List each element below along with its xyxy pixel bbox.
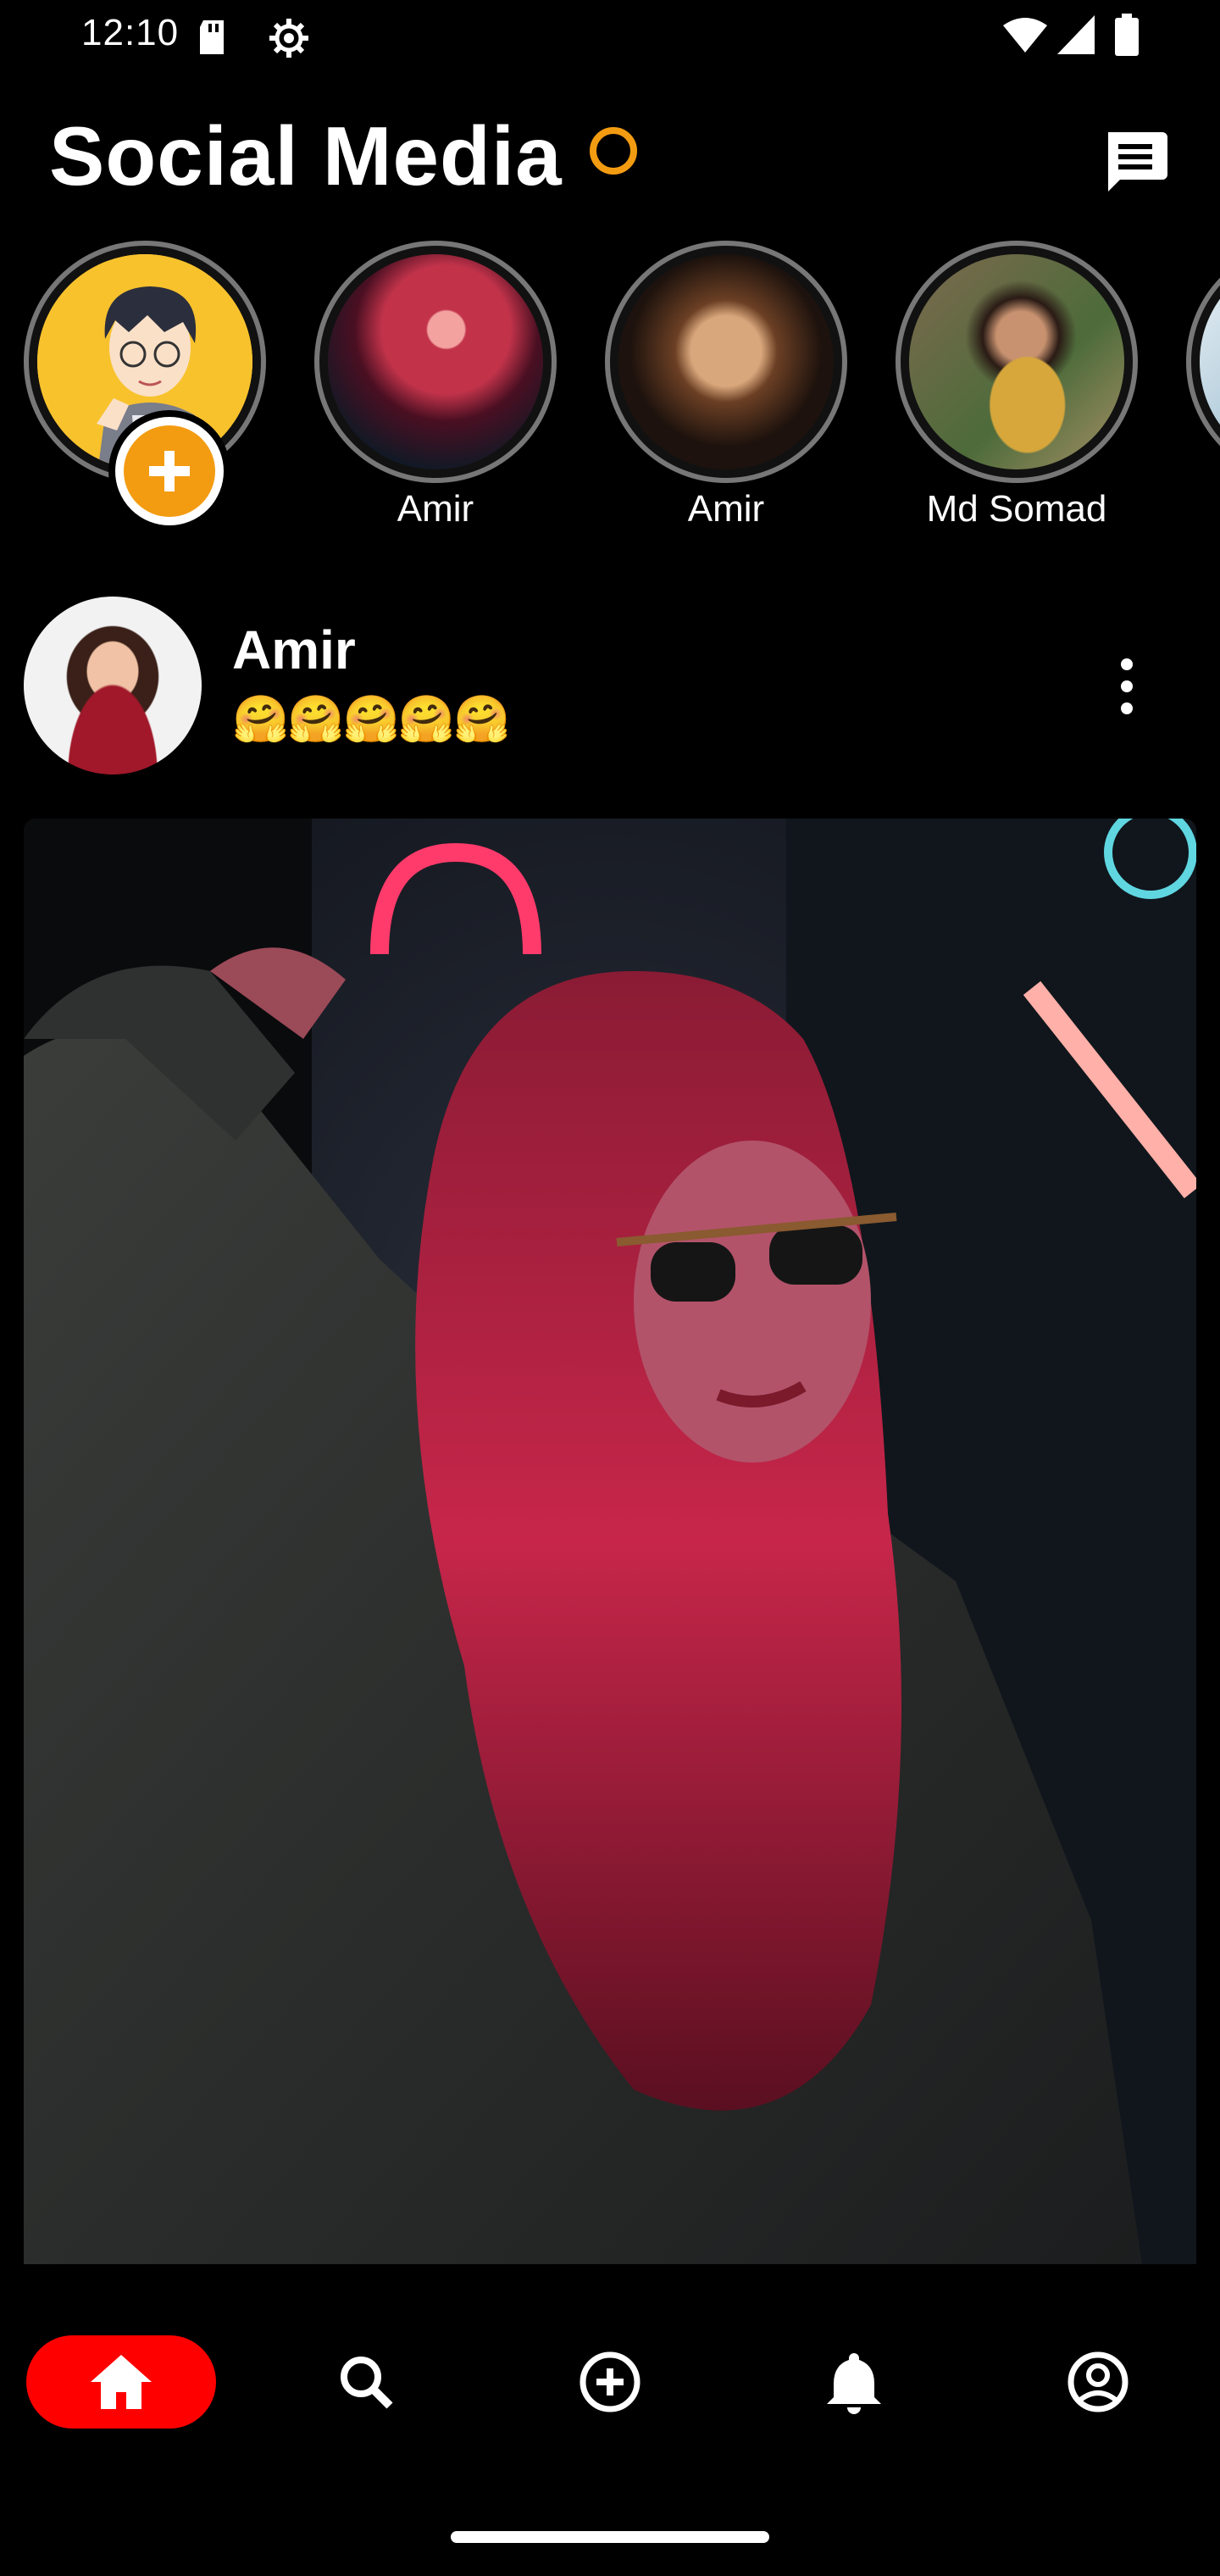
post-more-button[interactable]: [1101, 652, 1152, 720]
stories-row: Amir Amir Md Somad: [0, 237, 1220, 551]
story-avatar: [1186, 241, 1220, 483]
app-header: Social Media: [0, 93, 1220, 212]
story-name: Amir: [687, 488, 765, 530]
add-story-button[interactable]: [115, 417, 224, 525]
story-item[interactable]: [1186, 237, 1220, 542]
neon-portrait-image: [24, 819, 1196, 2264]
signal-icon: [1057, 15, 1095, 54]
story-item[interactable]: Amir: [314, 237, 560, 542]
nav-home[interactable]: [26, 2335, 216, 2429]
story-add[interactable]: [24, 237, 269, 542]
story-name: Md Somad: [926, 488, 1107, 530]
search-icon: [341, 2357, 393, 2409]
nav-add-post[interactable]: [515, 2335, 705, 2429]
story-item[interactable]: Amir: [605, 237, 851, 542]
bottom-navigation: [0, 2305, 1220, 2474]
nav-notifications[interactable]: [759, 2335, 949, 2429]
app-title: Social Media: [49, 109, 563, 203]
add-circle-icon: [580, 2351, 640, 2412]
nav-profile[interactable]: [1003, 2335, 1193, 2429]
settings-icon: [269, 19, 308, 58]
post-image[interactable]: [24, 819, 1196, 2264]
bell-icon: [827, 2353, 881, 2414]
story-avatar: [896, 241, 1138, 483]
more-vert-icon: [1121, 658, 1133, 714]
nav-search[interactable]: [271, 2335, 461, 2429]
story-avatar: [605, 241, 847, 483]
add-icon: [149, 451, 190, 491]
story-name: Amir: [396, 488, 474, 530]
story-avatar: [314, 241, 557, 483]
gesture-handle[interactable]: [451, 2531, 769, 2543]
home-icon: [91, 2355, 152, 2409]
message-icon: [1108, 132, 1167, 192]
wifi-icon: [1003, 18, 1047, 53]
post-author-name[interactable]: Amir: [232, 619, 356, 681]
status-time: 12:10: [81, 12, 180, 53]
status-bar: 12:10: [0, 0, 1220, 76]
post-header: Amir 🤗🤗🤗🤗🤗: [0, 593, 1220, 780]
battery-icon: [1115, 14, 1139, 56]
sd-card-icon: [200, 20, 224, 54]
account-circle-icon: [1068, 2351, 1128, 2412]
post-author-avatar[interactable]: [24, 597, 202, 774]
post-caption: 🤗🤗🤗🤗🤗: [232, 694, 510, 745]
messages-button[interactable]: [1101, 127, 1169, 195]
loading-ring-icon: [590, 127, 637, 175]
story-item[interactable]: Md Somad: [896, 237, 1141, 542]
